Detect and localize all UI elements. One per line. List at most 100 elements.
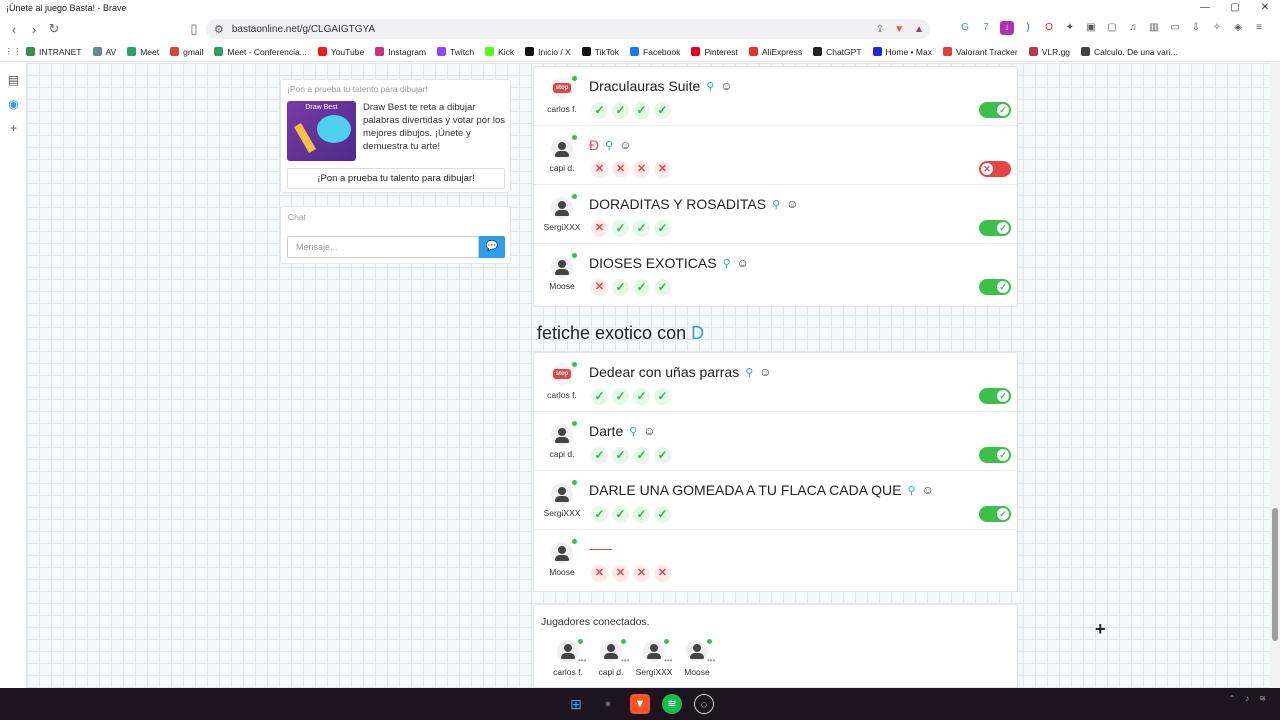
check-icon[interactable]: ✓ (612, 447, 629, 464)
extension-icon[interactable]: 7 (979, 21, 993, 35)
wifi-icon[interactable]: ≋ (1259, 694, 1266, 703)
search-icon[interactable]: ⚲ (745, 366, 753, 379)
check-icon[interactable]: ✓ (654, 102, 671, 119)
bookmark-item[interactable]: Pinterest (691, 47, 738, 57)
brave-taskbar-icon[interactable]: ▼ (630, 694, 650, 714)
windows-start-icon[interactable]: ⊞ (566, 694, 586, 714)
opera-icon[interactable]: O (1042, 21, 1056, 35)
search-icon[interactable]: ⚲ (605, 139, 613, 152)
search-icon[interactable]: ⚲ (629, 425, 637, 438)
check-icon[interactable]: ✓ (654, 220, 671, 237)
player-chip[interactable]: ••• SergiXXX (634, 638, 674, 678)
promo-image[interactable]: Draw Best (287, 101, 356, 161)
x-icon[interactable]: ✕ (591, 220, 608, 237)
x-icon[interactable]: ✕ (591, 279, 608, 296)
player-chip[interactable]: ••• Moose (677, 638, 717, 678)
brave-shields-icon[interactable]: ▼ (894, 24, 904, 35)
check-icon[interactable]: ✓ (633, 279, 650, 296)
sidebar-add-icon[interactable]: + (0, 121, 27, 135)
url-text[interactable]: bastaonline.net/g/CLGAIGTGYA (232, 24, 375, 35)
volume-icon[interactable]: ♪ (1245, 694, 1249, 703)
search-icon[interactable]: ⚲ (772, 198, 780, 211)
video-icon[interactable]: ▣ (1084, 21, 1098, 35)
wallet-icon[interactable]: ▭ (1168, 21, 1182, 35)
x-icon[interactable]: ✕ (654, 565, 671, 582)
reload-icon[interactable]: ↻ (44, 21, 64, 37)
taskbar-app-icon[interactable]: ● (598, 694, 618, 714)
spotify-icon[interactable]: ≋ (662, 694, 682, 714)
smiley-icon[interactable]: ☺ (737, 256, 749, 270)
x-icon[interactable]: ✕ (612, 565, 629, 582)
apps-icon[interactable]: ⋮⋮ (0, 46, 26, 57)
smiley-icon[interactable]: ☺ (922, 483, 934, 497)
bookmark-item[interactable]: gmail (170, 47, 203, 57)
bookmark-item[interactable]: AliExpress (748, 47, 802, 57)
check-icon[interactable]: ✓ (633, 388, 650, 405)
check-icon[interactable]: ✓ (612, 279, 629, 296)
ai-icon[interactable]: ✧ (1210, 21, 1224, 35)
search-icon[interactable]: ⚲ (723, 257, 731, 270)
smiley-icon[interactable]: ☺ (786, 197, 798, 211)
bookmark-item[interactable]: Meet (127, 47, 159, 57)
accept-toggle[interactable]: ✓ (979, 279, 1011, 295)
window-icon[interactable]: ▢ (1105, 21, 1119, 35)
app-taskbar-icon[interactable]: ◌ (694, 694, 714, 714)
accept-toggle[interactable]: ✓ (979, 102, 1011, 118)
scrollbar[interactable] (1270, 63, 1280, 688)
check-icon[interactable]: ✓ (654, 447, 671, 464)
minimize-button[interactable]: — (1190, 0, 1220, 16)
x-icon[interactable]: ✕ (591, 161, 608, 178)
check-icon[interactable]: ✓ (633, 506, 650, 523)
bookmark-item[interactable]: Instagram (375, 47, 426, 57)
search-icon[interactable]: ⚲ (908, 484, 916, 497)
x-icon[interactable]: ✕ (633, 565, 650, 582)
back-icon[interactable]: ‹ (4, 22, 24, 37)
accept-toggle[interactable]: ✓ (979, 506, 1011, 522)
chat-input[interactable]: Mensaje... (287, 236, 479, 258)
bookmark-item[interactable]: Meet - Conferencia... (214, 47, 307, 57)
address-bar[interactable]: ⚙ bastaonline.net/g/CLGAIGTGYA ⇪ ▼ ▲ (206, 19, 930, 39)
accept-toggle[interactable]: ✓ (979, 388, 1011, 404)
bookmark-item[interactable]: Valorant Tracker (942, 47, 1018, 57)
bookmark-item[interactable]: YouTube (317, 47, 364, 57)
bookmark-item[interactable]: Twitch (437, 47, 474, 57)
sidebar-panel-icon[interactable]: ▤ (0, 73, 27, 87)
brave-rewards-icon[interactable]: ▲ (914, 24, 924, 35)
audio-ext-icon[interactable]: ) (1021, 21, 1035, 35)
puzzle-icon[interactable]: ✦ (1063, 21, 1077, 35)
check-icon[interactable]: ✓ (612, 506, 629, 523)
check-icon[interactable]: ✓ (591, 102, 608, 119)
scrollbar-thumb[interactable] (1272, 508, 1278, 641)
smiley-icon[interactable]: ☺ (759, 365, 771, 379)
download-ext-icon[interactable]: ↓ (1000, 21, 1014, 35)
check-icon[interactable]: ✓ (612, 220, 629, 237)
bookmark-item[interactable]: INTRANET (26, 47, 82, 57)
forward-icon[interactable]: › (24, 22, 44, 37)
maximize-button[interactable]: ▢ (1220, 0, 1250, 16)
promo-button[interactable]: ¡Pon a prueba tu talento para dibujar! (287, 168, 505, 189)
accept-toggle[interactable]: ✓ (979, 447, 1011, 463)
bookmark-icon[interactable]: ▯ (184, 21, 204, 37)
smiley-icon[interactable]: ☺ (720, 79, 732, 93)
check-icon[interactable]: ✓ (654, 388, 671, 405)
check-icon[interactable]: ✓ (633, 220, 650, 237)
check-icon[interactable]: ✓ (591, 506, 608, 523)
close-button[interactable]: ✕ (1250, 0, 1280, 16)
check-icon[interactable]: ✓ (633, 102, 650, 119)
player-chip[interactable]: ••• capi d. (591, 638, 631, 678)
check-icon[interactable]: ✓ (612, 388, 629, 405)
bookmark-item[interactable]: Inicio / X (525, 47, 571, 57)
bookmark-item[interactable]: ChatGPT (813, 47, 862, 57)
accept-toggle[interactable]: ✕ (979, 161, 1011, 177)
bookmark-item[interactable]: Kick (485, 47, 514, 57)
x-icon[interactable]: ✕ (654, 161, 671, 178)
search-icon[interactable]: ⚲ (706, 80, 714, 93)
bookmark-item[interactable]: TikTok (581, 47, 619, 57)
check-icon[interactable]: ✓ (591, 388, 608, 405)
x-icon[interactable]: ✕ (591, 565, 608, 582)
check-icon[interactable]: ✓ (591, 447, 608, 464)
check-icon[interactable]: ✓ (612, 102, 629, 119)
sidebar-app-icon[interactable]: ◉ (0, 97, 27, 111)
check-icon[interactable]: ✓ (654, 506, 671, 523)
x-icon[interactable]: ✕ (612, 161, 629, 178)
